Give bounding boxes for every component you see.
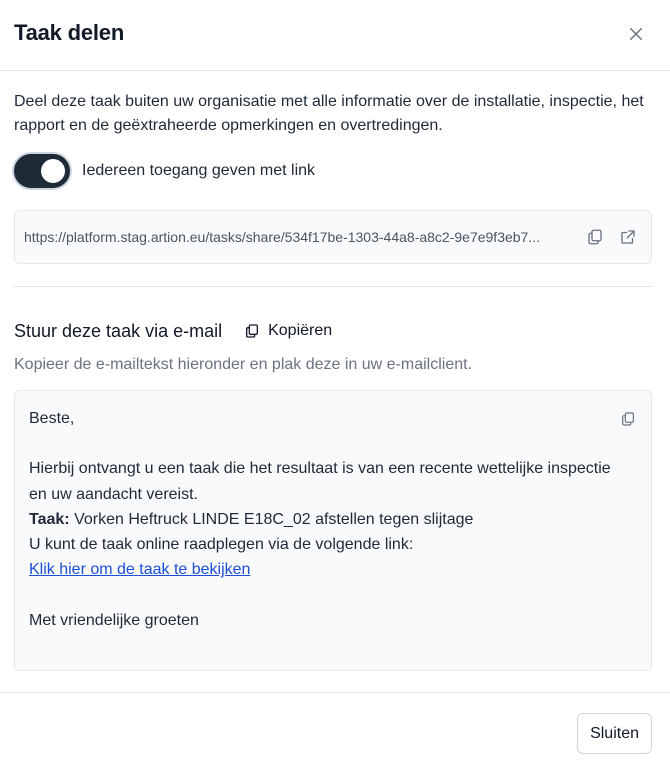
copy-link-button[interactable] bbox=[585, 227, 605, 247]
email-text-box[interactable]: Beste, Hierbij ontvangt u een taak die h… bbox=[14, 390, 652, 671]
email-section-header: Stuur deze taak via e-mail Kopiëren bbox=[14, 320, 652, 342]
email-greeting: Beste, bbox=[29, 410, 75, 427]
share-description: Deel deze taak buiten uw organisatie met… bbox=[14, 93, 644, 134]
toggle-knob bbox=[41, 159, 65, 183]
dialog-body: Deel deze taak buiten uw organisatie met… bbox=[0, 90, 670, 671]
email-closing: Met vriendelijke groeten bbox=[29, 611, 199, 629]
copy-email-label: Kopiëren bbox=[268, 322, 333, 339]
close-button[interactable]: Sluiten bbox=[577, 713, 652, 754]
dialog-footer: Sluiten bbox=[0, 692, 670, 771]
email-task-link[interactable]: Klik hier om de taak te bekijken bbox=[29, 561, 250, 578]
email-hint: Kopieer de e-mailtekst hieronder en plak… bbox=[14, 356, 473, 373]
share-task-dialog: Taak delen Deel deze taak buiten uw orga… bbox=[0, 0, 670, 771]
share-link-url[interactable]: https://platform.stag.artion.eu/tasks/sh… bbox=[24, 229, 569, 245]
email-task-line: Taak: Vorken Heftruck LINDE E18C_02 afst… bbox=[29, 507, 637, 532]
copy-icon bbox=[246, 324, 259, 338]
email-body-line1: Hierbij ontvangt u een taak die het resu… bbox=[29, 460, 611, 478]
external-link-icon bbox=[621, 230, 635, 244]
email-online-text: U kunt de taak online raadplegen via de … bbox=[29, 536, 414, 553]
email-task-label: Taak: bbox=[29, 510, 70, 528]
email-section-title: Stuur deze taak via e-mail bbox=[14, 320, 223, 341]
dialog-title: Taak delen bbox=[14, 20, 125, 45]
dialog-header: Taak delen bbox=[0, 0, 670, 71]
close-dialog-button[interactable] bbox=[624, 22, 648, 46]
email-box-copy-button[interactable] bbox=[618, 409, 638, 429]
copy-icon bbox=[622, 412, 634, 426]
share-link-box: https://platform.stag.artion.eu/tasks/sh… bbox=[14, 210, 652, 264]
share-toggle-label: Iedereen toegang geven met link bbox=[82, 162, 316, 179]
copy-email-button[interactable]: Kopiëren bbox=[244, 322, 332, 340]
share-toggle-row: Iedereen toegang geven met link bbox=[14, 154, 652, 188]
open-link-button[interactable] bbox=[618, 227, 638, 247]
email-body-line2: en uw aandacht vereist. bbox=[29, 485, 198, 503]
close-icon bbox=[630, 28, 642, 40]
section-divider bbox=[14, 286, 652, 287]
share-link-toggle[interactable] bbox=[14, 154, 70, 188]
email-task-value: Vorken Heftruck LINDE E18C_02 afstellen … bbox=[74, 510, 474, 528]
copy-icon bbox=[588, 229, 602, 245]
